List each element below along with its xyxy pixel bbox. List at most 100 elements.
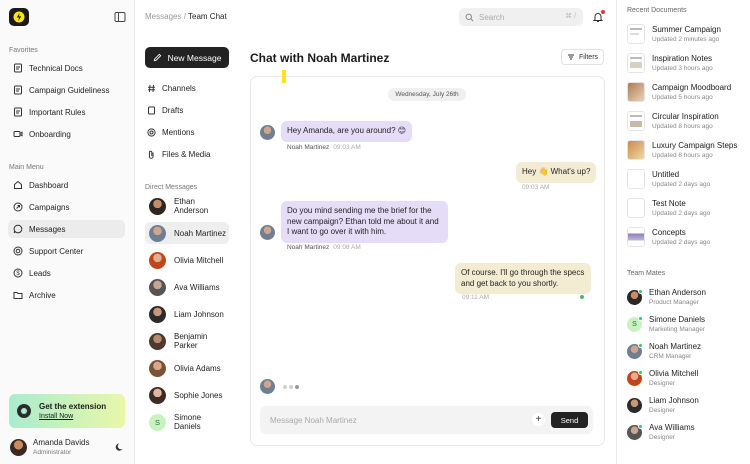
teammate-name: Ethan Anderson [649,288,706,297]
favorite-campaign-guidelines[interactable]: Campaign Guideliness [8,81,125,99]
avatar [149,197,166,215]
channel-item-channels[interactable]: Channels [147,80,196,96]
menu-dashboard[interactable]: Dashboard [8,176,125,194]
recent-documents-title: Recent Documents [627,7,687,14]
channel-item-mentions[interactable]: Mentions [147,124,194,140]
avatar [149,251,166,269]
nav-label: Technical Docs [29,63,83,73]
plus-icon: + [535,414,542,425]
search-icon [465,13,474,21]
teammate-item[interactable]: Liam Johnson Designer [627,396,699,414]
document-item[interactable]: Untitled Updated 2 days ago [627,169,710,189]
dm-item[interactable]: Noah Martinez [145,222,229,244]
document-name: Test Note [652,199,686,208]
search-input[interactable]: Search ⌘ / [459,8,583,26]
document-name: Circular Inspiration [652,112,719,121]
direct-messages-title: Direct Messages [145,184,198,191]
notifications-button[interactable] [592,10,605,23]
dm-item[interactable]: Sophie Jones [145,384,229,406]
message-bubble-outgoing: Of course. I'll go through the specs and… [455,263,591,294]
avatar: S [149,413,166,431]
teammate-item[interactable]: S Simone Daniels Marketing Manager [627,315,705,333]
document-thumbnail [627,227,645,247]
dm-item[interactable]: Benjamin Parker [145,330,229,352]
install-now-link[interactable]: Install Now [39,413,106,420]
teammate-item[interactable]: Ethan Anderson Product Manager [627,288,706,306]
favorite-technical-docs[interactable]: Technical Docs [8,59,125,77]
document-item[interactable]: Inspiration Notes Updated 3 hours ago [627,53,713,73]
channel-item-drafts[interactable]: Drafts [147,102,183,118]
sidebar-toggle-icon[interactable] [114,11,126,23]
paperclip-icon [147,150,156,159]
dm-item[interactable]: S Simone Daniels [145,411,229,433]
dm-item[interactable]: Liam Johnson [145,303,229,325]
folder-icon [13,290,23,300]
menu-messages[interactable]: Messages [8,220,125,238]
avatar [149,359,166,377]
avatar [627,342,643,359]
dm-item[interactable]: Ethan Anderson [145,195,229,217]
favorite-onboarding[interactable]: Onboarding [8,125,125,143]
current-user[interactable]: Amanda Davids Administrator [10,438,89,456]
app-logo[interactable] [9,8,29,26]
teammate-item[interactable]: Noah Martinez CRM Manager [627,342,701,360]
doc-icon [13,85,23,95]
document-item[interactable]: Campaign Moodboard Updated 5 hours ago [627,82,731,102]
support-icon [13,246,23,256]
document-name: Summer Campaign [652,25,721,34]
avatar [627,397,642,413]
doc-icon [13,107,23,117]
document-updated: Updated 2 days ago [652,181,711,188]
message-composer[interactable]: Message Noah Martinez + Send [260,406,593,434]
dm-item[interactable]: Ava Williams [145,276,229,298]
teammate-role: Designer [649,434,676,441]
campaign-icon [13,202,23,212]
moon-icon[interactable] [115,442,125,452]
extension-promo[interactable]: Get the extension Install Now [9,394,125,428]
document-item[interactable]: Luxury Campaign Steps Updated 8 hours ago [627,140,737,160]
dm-name: Ava Williams [174,282,220,292]
dm-item[interactable]: Olivia Adams [145,357,229,379]
document-updated: Updated 3 hours ago [652,65,713,72]
document-updated: Updated 5 hours ago [652,94,713,101]
lightning-icon [13,11,25,23]
dashboard-icon [13,180,23,190]
send-button[interactable]: Send [551,412,588,428]
teammate-role: Product Manager [649,299,699,306]
attach-button[interactable]: + [532,413,545,426]
document-item[interactable]: Summer Campaign Updated 2 minutes ago [627,24,721,44]
online-status-dot [638,423,643,429]
document-item[interactable]: Test Note Updated 2 days ago [627,198,710,218]
filters-button[interactable]: Filters [561,49,604,65]
message-author: Noah Martinez [287,144,330,151]
menu-campaigns[interactable]: Campaigns [8,198,125,216]
document-item[interactable]: Concepts Updated 2 days ago [627,227,710,247]
typing-indicator [283,385,301,389]
message-bubble-incoming: Do you mind sending me the brief for the… [281,201,448,243]
document-thumbnail [627,111,645,131]
search-shortcut: ⌘ / [565,13,576,20]
avatar [260,379,275,394]
document-name: Campaign Moodboard [652,83,732,92]
nav-label: Support Center [29,246,84,256]
online-status-dot [638,288,643,294]
new-message-button[interactable]: New Message [145,47,229,68]
menu-support-center[interactable]: Support Center [8,242,125,260]
favorite-important-rules[interactable]: Important Rules [8,103,125,121]
new-message-label: New Message [167,52,222,63]
teammate-item[interactable]: Ava Williams Designer [627,423,695,441]
channel-item-files[interactable]: Files & Media [147,146,210,162]
channel-item-label: Channels [162,83,196,93]
dm-name: Olivia Mitchell [174,255,224,265]
search-placeholder: Search [479,12,505,22]
teammate-item[interactable]: Olivia Mitchell Designer [627,369,698,387]
menu-archive[interactable]: Archive [8,286,125,304]
teammate-name: Liam Johnson [649,396,699,405]
dm-item[interactable]: Olivia Mitchell [145,249,229,271]
document-thumbnail [627,140,645,160]
avatar [10,438,27,456]
document-item[interactable]: Circular Inspiration Updated 8 hours ago [627,111,719,131]
teammate-role: Designer [649,380,676,387]
menu-leads[interactable]: $ Leads [8,264,125,282]
document-name: Inspiration Notes [652,54,713,63]
